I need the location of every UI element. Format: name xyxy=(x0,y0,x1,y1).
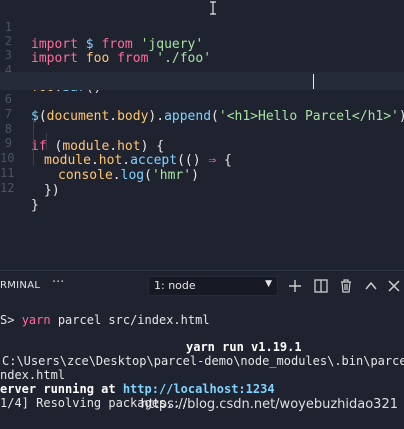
terminal-command: yarn xyxy=(21,313,51,327)
chevron-down-icon: ▼ xyxy=(265,279,272,289)
terminal-prompt: S> xyxy=(0,313,15,327)
watermark: https://blog.csdn.net/woyebuzhidao321 xyxy=(140,397,399,412)
split-terminal-icon[interactable] xyxy=(313,277,329,295)
code-line-12: 12 } xyxy=(0,161,404,213)
line-number: 12 xyxy=(0,181,15,195)
tab-terminal[interactable]: RMINAL xyxy=(0,280,40,291)
terminal-path: C:\Users\zce\Desktop\parcel-demo\node_mo… xyxy=(2,354,404,368)
server-status: erver running at xyxy=(0,382,116,396)
server-url-link[interactable]: http://localhost:1234 xyxy=(123,382,275,396)
indent-guide xyxy=(33,118,34,166)
code-text: } xyxy=(31,198,39,213)
vscode-window: 1 import $ from 'jquery' 2 import foo fr… xyxy=(0,0,404,429)
plus-icon[interactable] xyxy=(287,277,303,295)
code-editor[interactable]: 1 import $ from 'jquery' 2 import foo fr… xyxy=(0,0,404,270)
panel-header: RMINAL ··· 1: node ▼ xyxy=(0,271,404,303)
text-cursor-icon xyxy=(210,1,216,15)
chevron-up-icon[interactable] xyxy=(363,277,379,295)
indent-guide xyxy=(46,133,47,149)
more-actions-button[interactable]: ··· xyxy=(52,275,64,290)
terminal-select[interactable]: 1: node ▼ xyxy=(148,276,278,296)
yarn-run-version: yarn run v1.19.1 xyxy=(186,340,302,354)
trash-icon[interactable] xyxy=(338,277,354,295)
terminal-path-cont: ndex.html xyxy=(0,368,66,382)
close-icon[interactable] xyxy=(386,277,402,295)
terminal-select-value: 1: node xyxy=(154,279,196,292)
terminal-line: S> yarn parcel src/index.html xyxy=(0,312,404,328)
terminal-args: parcel src/index.html xyxy=(57,313,210,327)
